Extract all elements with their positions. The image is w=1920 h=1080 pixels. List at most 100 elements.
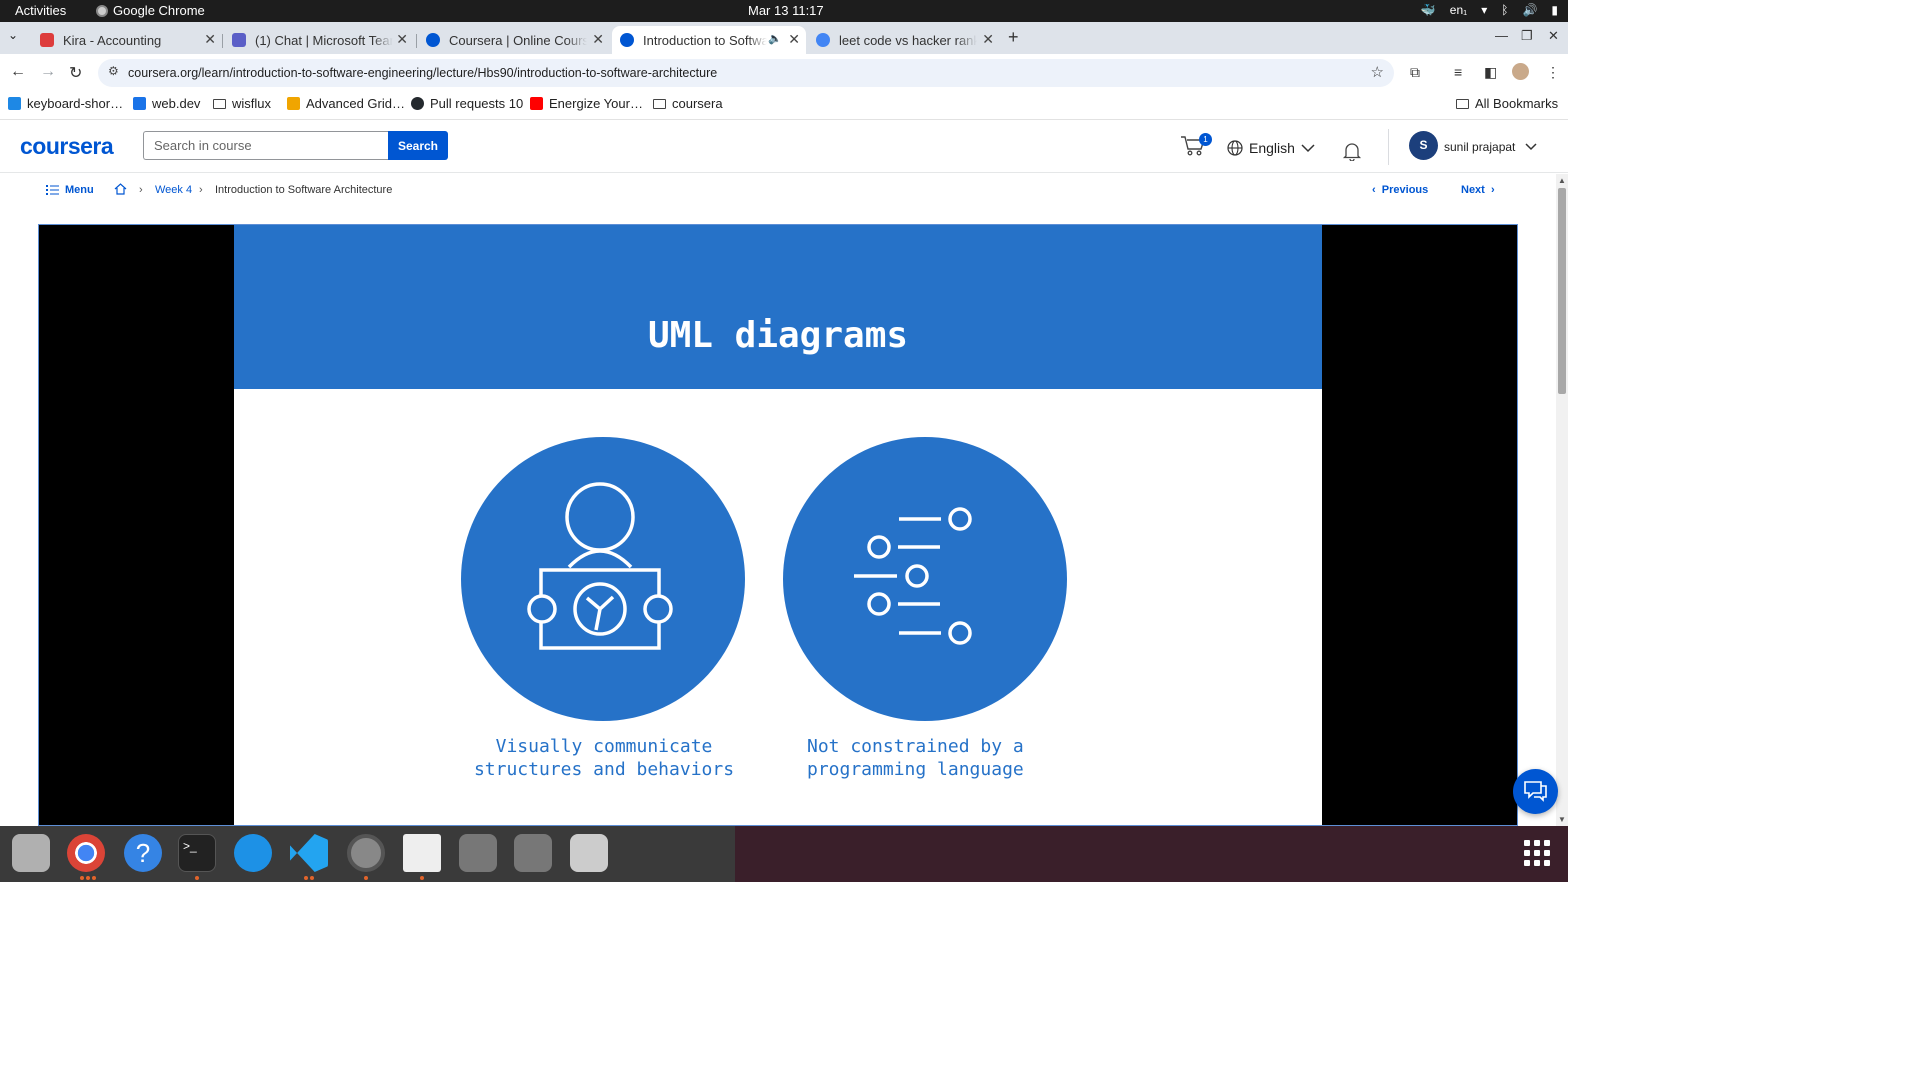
maximize-button[interactable]: ❐ [1521,28,1533,44]
screen: Activities Google Chrome Mar 13 11:17 🐳 … [0,0,1568,882]
globe-icon [1227,140,1243,156]
folder-icon [1456,98,1469,109]
coursera-favicon-icon [426,33,440,47]
tab-intro-software-architecture[interactable]: Introduction to Software Architecture 🔈 … [612,26,806,54]
close-icon[interactable]: ✕ [204,31,216,48]
bookmark-item[interactable]: Energize Your… [530,96,643,111]
home-icon[interactable] [114,183,127,195]
menu-button[interactable]: Menu [46,184,94,196]
chrome-icon[interactable] [67,834,105,872]
scroll-down-icon[interactable]: ▼ [1558,815,1566,824]
breadcrumb-separator-icon: › [199,184,203,196]
settings-icon[interactable] [347,834,385,872]
system-tray[interactable]: 🐳 en₁ ▾ ᛒ 🔊 ▮ [1421,3,1558,17]
terminal-icon[interactable]: >_ [178,834,216,872]
files-icon[interactable] [12,834,50,872]
next-button[interactable]: Next › [1461,184,1495,196]
notifications-bell-icon[interactable] [1342,141,1362,161]
tab-search-icon[interactable]: ⌄ [8,28,18,42]
chevron-right-icon: › [1490,184,1495,196]
bookmark-star-icon[interactable]: ☆ [1371,63,1384,81]
chrome-menu-icon[interactable]: ⋮ [1546,64,1560,81]
search-input[interactable] [143,131,388,160]
breadcrumb-separator-icon: › [139,184,143,196]
bookmark-label: wisflux [232,96,272,111]
help-icon[interactable]: ? [124,834,162,872]
folder-icon [653,98,666,109]
chat-bubble-icon [1524,781,1547,802]
address-bar[interactable]: ⚙ coursera.org/learn/introduction-to-sof… [98,59,1394,87]
coursera-logo[interactable]: coursera [20,133,114,160]
url-text[interactable]: coursera.org/learn/introduction-to-softw… [128,66,717,80]
trash-icon[interactable] [570,834,608,872]
tab-title: leet code vs hacker rank [839,32,977,48]
breadcrumb-week[interactable]: Week 4 [155,184,192,196]
coursera-header: coursera Search 1 English S sunil prajap… [0,121,1568,173]
next-label: Next [1461,184,1485,196]
clock[interactable]: Mar 13 11:17 [748,3,824,18]
cart-count-badge: 1 [1199,133,1212,146]
chevron-down-icon [1525,143,1537,151]
new-tab-button[interactable]: + [1008,27,1019,48]
caption-line: Not constrained by a [807,736,1024,757]
tab-leetcode-search[interactable]: leet code vs hacker rank ✕ [808,26,1000,54]
close-icon[interactable]: ✕ [592,31,604,48]
tab-title: Kira - Accounting [63,32,162,48]
bookmark-item[interactable]: web.dev [133,96,200,111]
bookmark-item[interactable]: Pull requests 10 [411,96,523,111]
caption-left: Visually communicate structures and beha… [454,735,754,781]
tab-teams[interactable]: (1) Chat | Microsoft Teams ✕ [224,26,414,54]
bookmark-item[interactable]: Advanced Grid… [287,96,405,111]
bookmark-label: Advanced Grid… [306,96,405,111]
app-menu[interactable]: Google Chrome [96,3,205,18]
extensions-icon[interactable]: ⧉ [1410,64,1420,81]
user-name-dropdown[interactable]: sunil prajapat [1444,140,1537,154]
window-close-button[interactable]: ✕ [1548,28,1559,44]
reload-button[interactable]: ↻ [69,63,82,83]
volume-icon: 🔊 [1522,3,1538,17]
tab-kira[interactable]: Kira - Accounting ✕ [32,26,222,54]
scroll-up-icon[interactable]: ▲ [1558,176,1566,185]
back-button[interactable]: ← [10,63,26,81]
language-selector[interactable]: English [1227,140,1315,156]
all-bookmarks-button[interactable]: All Bookmarks [1456,96,1558,111]
close-icon[interactable]: ✕ [788,31,800,48]
chrome-icon [96,4,108,17]
chat-support-button[interactable] [1513,769,1558,814]
activities-button[interactable]: Activities [15,3,66,18]
site-info-icon[interactable]: ⚙ [108,64,119,78]
close-icon[interactable]: ✕ [982,31,994,48]
side-panel-icon[interactable]: ◧ [1484,64,1497,81]
webdev-icon [133,97,146,110]
close-icon[interactable]: ✕ [396,31,408,48]
caption-line: structures and behaviors [473,759,735,780]
scrollbar-thumb[interactable] [1558,188,1566,394]
user-avatar[interactable]: S [1409,131,1438,160]
chevron-left-icon: ‹ [1372,184,1376,196]
bookmark-folder[interactable]: coursera [653,96,723,111]
forward-button[interactable]: → [40,63,56,81]
media-control-icon[interactable]: ≡ [1454,64,1462,80]
bookmark-item[interactable]: keyboard-shor… [8,96,123,111]
app-name: Google Chrome [113,3,205,18]
github-icon [411,97,424,110]
video-player[interactable]: UML diagrams Visually communicate struct… [38,224,1518,826]
previous-button[interactable]: ‹ Previous [1372,184,1428,196]
bookmark-label: coursera [672,96,723,111]
tab-coursera-home[interactable]: Coursera | Online Courses ✕ [418,26,610,54]
disk-icon[interactable] [459,834,497,872]
audio-playing-icon[interactable]: 🔈 [768,32,782,45]
text-editor-icon[interactable] [403,834,441,872]
profile-avatar[interactable] [1512,63,1529,80]
page-scrollbar[interactable]: ▲ ▼ [1556,174,1568,826]
docker-icon[interactable] [234,834,272,872]
input-language: en₁ [1449,3,1468,17]
disk-icon[interactable] [514,834,552,872]
search-button[interactable]: Search [388,131,448,160]
bluetooth-icon: ᛒ [1501,3,1509,17]
show-apps-grid-icon[interactable] [1524,840,1550,866]
bookmark-folder[interactable]: wisflux [213,96,271,111]
tab-title: (1) Chat | Microsoft Teams [255,32,393,48]
caption-right: Not constrained by a programming languag… [776,735,1066,781]
minimize-button[interactable]: — [1495,28,1508,43]
